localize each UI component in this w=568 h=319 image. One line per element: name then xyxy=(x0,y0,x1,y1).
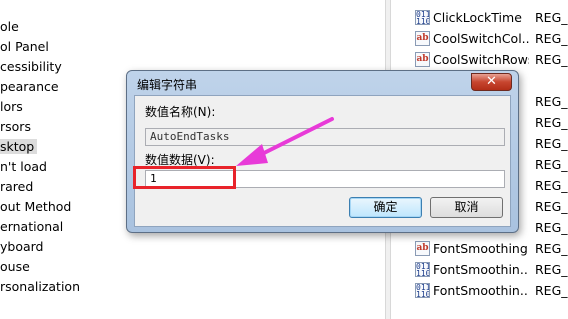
value-row[interactable]: 011 110 ClickLockTime REG_ xyxy=(391,7,568,28)
tree-item-label: rsonalization xyxy=(0,279,80,294)
value-type: REG_ xyxy=(535,283,568,298)
cancel-button[interactable]: 取消 xyxy=(430,197,503,218)
tree-item[interactable]: sktop xyxy=(0,137,38,157)
value-type: REG_ xyxy=(535,241,568,256)
tree-item-label: rared xyxy=(0,179,34,194)
tree-item[interactable]: ouse xyxy=(0,257,30,277)
tree-item-label: ernational xyxy=(0,219,64,234)
value-type: REG_ xyxy=(535,10,568,25)
value-name: FontSmoothin... xyxy=(433,283,529,298)
value-row[interactable]: ab CoolSwitchRows REG_ xyxy=(391,49,568,70)
tree-item[interactable]: rsors xyxy=(0,117,31,137)
tree-item-label: ol Panel xyxy=(0,39,49,54)
binary-value-icon: 011 110 xyxy=(415,10,430,25)
value-type: REG_ xyxy=(535,199,568,214)
value-row[interactable]: ab FontSmoothing REG_ xyxy=(391,238,568,259)
tree-item-label: ouse xyxy=(0,259,30,274)
tree-item-label: cessibility xyxy=(0,59,62,74)
tree-item-label: out Method xyxy=(0,199,72,214)
value-type: REG_ xyxy=(535,115,568,130)
value-type: REG_ xyxy=(535,136,568,151)
value-name: CoolSwitchCol... xyxy=(433,31,529,46)
value-type: REG_ xyxy=(535,52,568,67)
close-button[interactable]: ✕ xyxy=(471,73,512,91)
tree-item[interactable]: ole xyxy=(0,17,19,37)
tree-item[interactable]: ernational xyxy=(0,217,63,237)
dialog-body: 数值名称(N): AutoEndTasks 数值数据(V): 1 确定 取消 xyxy=(134,95,511,227)
tree-item-label: lors xyxy=(0,99,23,114)
tree-item[interactable]: rared xyxy=(0,177,33,197)
value-name: ClickLockTime xyxy=(433,10,522,25)
tree-item[interactable]: out Method xyxy=(0,197,71,217)
binary-value-icon: 011 110 xyxy=(415,262,430,277)
value-row[interactable]: 011 110 FontSmoothin... REG_ xyxy=(391,259,568,280)
value-type: REG_ xyxy=(535,220,568,235)
tree-item[interactable]: pearance xyxy=(0,77,59,97)
tree-item[interactable]: lors xyxy=(0,97,23,117)
tree-item-label: ole xyxy=(0,19,19,34)
binary-value-icon: 011 110 xyxy=(415,283,430,298)
string-value-icon: ab xyxy=(415,241,430,256)
tree-item-label: n't load xyxy=(0,159,47,174)
value-name: CoolSwitchRows xyxy=(433,52,529,67)
string-value-icon: ab xyxy=(415,31,430,46)
value-row[interactable]: ab CoolSwitchCol... REG_ xyxy=(391,28,568,49)
tree-item[interactable]: cessibility xyxy=(0,57,62,77)
value-name-label: 数值名称(N): xyxy=(145,105,216,119)
value-type: REG_ xyxy=(535,31,568,46)
value-type: REG_ xyxy=(535,262,568,277)
value-type: REG_ xyxy=(535,157,568,172)
value-name-field: AutoEndTasks xyxy=(145,128,505,146)
tree-item[interactable]: n't load xyxy=(0,157,47,177)
tree-item-label: sktop xyxy=(0,139,38,154)
value-type: REG_ xyxy=(535,178,568,193)
ok-button[interactable]: 确定 xyxy=(349,197,422,218)
value-type: REG_ xyxy=(535,94,568,109)
highlight-box xyxy=(133,166,236,189)
tree-item[interactable]: ol Panel xyxy=(0,37,49,57)
tree-item-label: yboard xyxy=(0,239,44,254)
value-name: FontSmoothin... xyxy=(433,262,529,277)
tree-item[interactable]: rsonalization xyxy=(0,277,80,297)
tree-item-label: rsors xyxy=(0,119,31,134)
string-value-icon: ab xyxy=(415,52,430,67)
tree-item[interactable]: yboard xyxy=(0,237,44,257)
edit-string-dialog: 编辑字符串 ✕ 数值名称(N): AutoEndTasks 数值数据(V): 1… xyxy=(126,70,519,233)
dialog-title: 编辑字符串 xyxy=(137,78,198,92)
value-name: FontSmoothing xyxy=(433,241,528,256)
value-row[interactable]: 011 110 FontSmoothin... REG_ xyxy=(391,280,568,301)
tree-item-label: pearance xyxy=(0,79,59,94)
